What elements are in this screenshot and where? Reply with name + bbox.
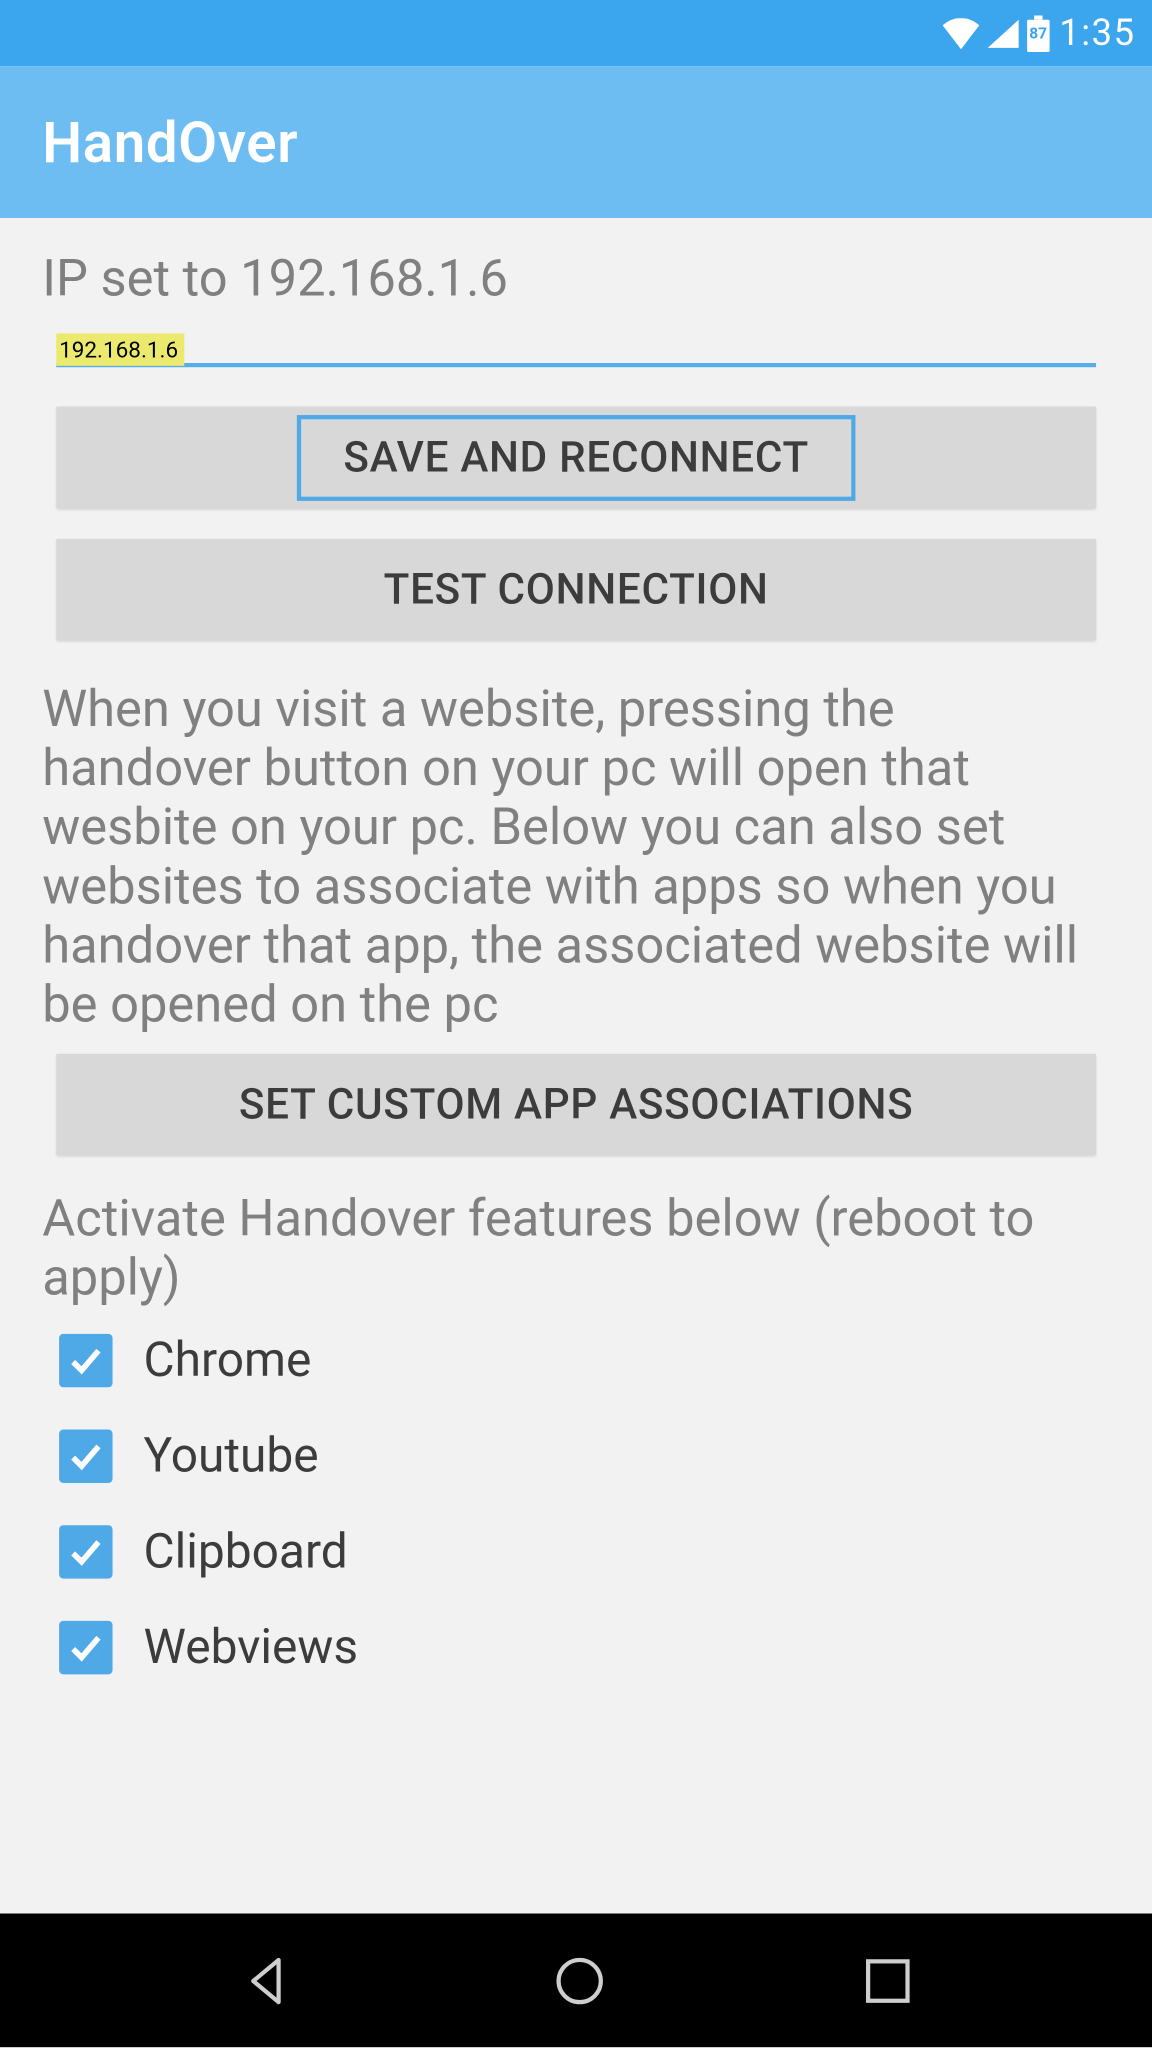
- back-icon[interactable]: [238, 1951, 297, 2010]
- signal-icon: [986, 18, 1020, 49]
- clock: 1:35: [1059, 12, 1135, 54]
- app-bar: HandOver: [0, 66, 1152, 218]
- save-reconnect-label: SAVE AND RECONNECT: [297, 414, 855, 500]
- checkbox-label: Webviews: [144, 1619, 359, 1675]
- phone-frame: 87 1:35 HandOver IP set to 192.168.1.6 1…: [0, 0, 1152, 2047]
- checkbox-icon[interactable]: [59, 1621, 112, 1674]
- checkbox-label: Chrome: [144, 1332, 312, 1388]
- test-connection-button[interactable]: TEST CONNECTION: [56, 539, 1096, 640]
- set-associations-button[interactable]: SET CUSTOM APP ASSOCIATIONS: [56, 1054, 1096, 1155]
- ip-input[interactable]: 192.168.1.6: [56, 333, 183, 365]
- checkbox-icon[interactable]: [59, 1334, 112, 1387]
- content: IP set to 192.168.1.6 192.168.1.6 SAVE A…: [0, 218, 1152, 1913]
- recents-icon[interactable]: [860, 1954, 913, 2007]
- home-icon[interactable]: [549, 1951, 608, 2010]
- wifi-icon: [941, 18, 980, 49]
- description-text: When you visit a website, pressing the h…: [42, 680, 1110, 1035]
- ip-input-wrap[interactable]: 192.168.1.6: [56, 336, 1096, 367]
- nav-bar: [0, 1914, 1152, 2048]
- checkbox-row-youtube[interactable]: Youtube: [59, 1428, 1110, 1484]
- save-reconnect-button[interactable]: SAVE AND RECONNECT: [56, 407, 1096, 508]
- app-title: HandOver: [42, 109, 298, 175]
- checkbox-label: Clipboard: [144, 1524, 348, 1580]
- activate-label: Activate Handover features below (reboot…: [42, 1189, 1110, 1307]
- checkbox-icon[interactable]: [59, 1430, 112, 1483]
- checkbox-icon[interactable]: [59, 1525, 112, 1578]
- test-connection-label: TEST CONNECTION: [384, 565, 769, 614]
- checkbox-row-chrome[interactable]: Chrome: [59, 1332, 1110, 1388]
- checkbox-label: Youtube: [144, 1428, 319, 1484]
- status-icons: 87: [941, 15, 1051, 52]
- set-associations-label: SET CUSTOM APP ASSOCIATIONS: [239, 1080, 914, 1129]
- checkbox-row-webviews[interactable]: Webviews: [59, 1619, 1110, 1675]
- status-bar: 87 1:35: [0, 0, 1152, 66]
- battery-level: 87: [1029, 25, 1047, 43]
- checkbox-row-clipboard[interactable]: Clipboard: [59, 1524, 1110, 1580]
- battery-icon: 87: [1026, 15, 1051, 52]
- ip-set-label: IP set to 192.168.1.6: [42, 249, 1110, 308]
